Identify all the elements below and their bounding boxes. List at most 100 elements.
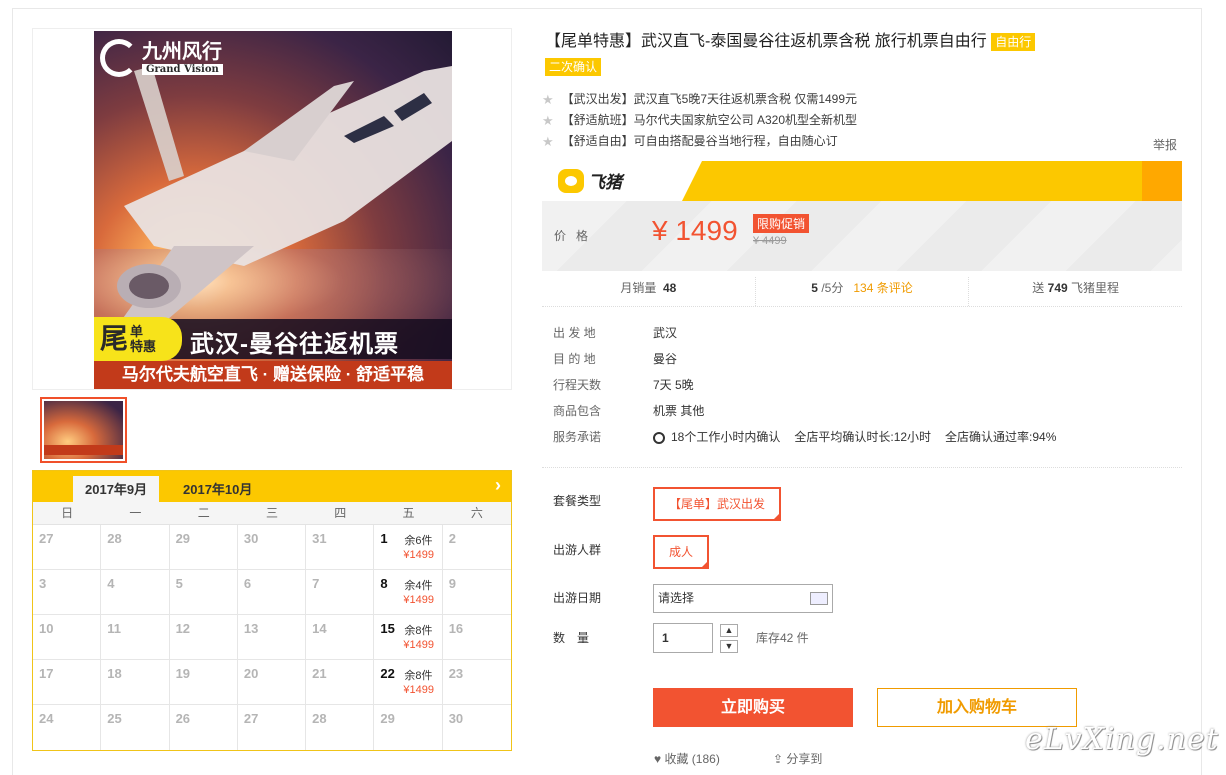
calendar-day: 11 [101,615,170,660]
calendar-day: 2 [442,525,511,570]
calendar-day[interactable]: 1 余6件 ¥1499 [374,525,443,570]
current-price: ¥ 1499 [652,215,738,246]
reviews-link[interactable]: 134 条评论 [853,281,912,295]
day-number: 10 [39,621,54,636]
weekday-label: 四 [334,506,347,520]
chevron-right-icon[interactable]: › [495,475,501,496]
service-key: 服务承诺 [553,430,602,444]
product-title: 【尾单特惠】武汉直飞-泰国曼谷往返机票含税 旅行机票自由行 自由行 [545,30,1185,54]
info-row: 目 的 地 曼谷 [553,346,1056,372]
favorite-button[interactable]: ♥ 收藏 (186) [654,750,720,767]
day-price: ¥1499 [403,684,435,696]
rating-suffix: /5分 [821,281,844,295]
star-icon: ★ [542,113,554,128]
day-number: 30 [448,711,464,726]
stock-info: 库存42 件 [756,631,809,645]
day-number: 1 [380,531,388,546]
calendar-day: 5 [169,570,238,615]
day-number: 21 [312,666,327,681]
miles-value: 749 [1047,281,1068,295]
report-link[interactable]: 举报 [1153,136,1177,153]
buy-now-button[interactable]: 立即购买 [653,688,853,727]
calendar-day: 28 [306,705,375,750]
info-value: 7天 5晚 [653,378,694,392]
day-number: 14 [312,621,327,636]
miles: 送 749 飞猪里程 [968,277,1182,306]
day-number: 20 [243,666,259,681]
badge-big-text: 尾 [100,323,129,354]
star-icon: ★ [542,92,554,107]
price-box: 价格 ¥ 1499 限购促销 ¥ 4499 [542,201,1182,271]
calendar-day: 18 [101,660,170,705]
day-number: 31 [312,531,327,546]
calendar-day[interactable]: 22 余8件 ¥1499 [374,660,443,705]
rating-value: 5 [811,281,818,295]
quantity-label: 数 量 [553,631,590,645]
day-number: 28 [312,711,327,726]
calendar-day[interactable]: 8 余4件 ¥1499 [374,570,443,615]
miles-suffix: 飞猪里程 [1071,281,1120,295]
tab-month-sep[interactable]: 2017年9月 [73,476,160,502]
calendar-day: 30 [237,525,307,570]
info-key: 出 发 地 [553,326,596,340]
date-picker-input[interactable]: 请选择 [653,584,833,613]
calendar-day: 12 [169,615,238,660]
day-number: 2 [448,531,456,546]
calendar-weekdays: 日一二三四五六 [33,502,511,525]
calendar-day: 9 [442,570,511,615]
day-stock: 余6件 [404,535,433,547]
highlight-item: ★ 【舒适自由】可自由搭配曼谷当地行程，自由随心订 [542,131,857,152]
day-number: 27 [243,711,259,726]
info-row: 出 发 地 武汉 [553,320,1056,346]
weekday-label: 六 [470,506,483,520]
service-item: 全店平均确认时长:12小时 [794,430,932,444]
quantity-input[interactable]: 1 [653,623,713,653]
calendar-day: 20 [237,660,307,705]
day-number: 19 [175,666,191,681]
watermark: eLvXing.net [1025,722,1219,757]
day-number: 11 [107,621,122,636]
increment-icon[interactable]: ▲ [720,624,738,637]
info-value: 机票 其他 [653,404,705,418]
thumbnail-image [44,401,123,459]
brand-name: 飞猪 [588,173,622,192]
tab-month-oct[interactable]: 2017年10月 [171,476,264,502]
original-price: ¥ 4499 [753,235,787,247]
people-label: 出游人群 [553,543,602,557]
thumbnail-1[interactable] [40,397,127,463]
day-number: 22 [380,666,395,681]
decrement-icon[interactable]: ▼ [720,640,738,653]
calendar-icon[interactable] [810,592,828,605]
sales-label: 月销量 [620,281,657,295]
rating: 5 /5分 134 条评论 [754,277,969,306]
day-number: 16 [448,621,464,636]
day-stock: 余8件 [404,625,433,637]
package-option[interactable]: 【尾单】武汉出发 [653,487,782,521]
service-item: 18个工作小时内确认 [671,430,781,444]
calendar-day: 14 [306,615,375,660]
highlight-item: ★ 【舒适航班】马尔代夫国家航空公司 A320机型全新机型 [542,110,857,131]
calendar-day[interactable]: 15 余8件 ¥1499 [374,615,443,660]
price-calendar: 2017年9月 2017年10月 › 日一二三四五六 27 28 29 30 31 1 余6… [32,470,512,751]
calendar-day: 4 [101,570,170,615]
weekday-label: 二 [197,506,210,520]
day-number: 17 [39,666,54,681]
calendar-day: 27 [238,705,307,750]
calendar-day: 25 [101,705,170,750]
product-title-text: 【尾单特惠】武汉直飞-泰国曼谷往返机票含税 旅行机票自由行 [545,33,987,50]
people-option[interactable]: 成人 [653,535,710,569]
service-item: 全店确认通过率:94% [945,430,1057,444]
day-number: 12 [175,621,191,636]
weekday-label: 日 [61,506,74,520]
share-button[interactable]: ⇪ 分享到 [773,750,822,767]
day-number: 3 [39,576,47,591]
fliggy-logo: 飞猪 [558,168,622,193]
calendar-header: 2017年9月 2017年10月 › [33,471,511,502]
calendar-day: 16 [442,615,511,660]
divider [542,467,1182,468]
package-label: 套餐类型 [553,494,602,508]
calendar-day: 6 [237,570,307,615]
day-number: 24 [39,711,54,726]
calendar-day: 29 [374,705,443,750]
day-number: 7 [312,576,320,591]
